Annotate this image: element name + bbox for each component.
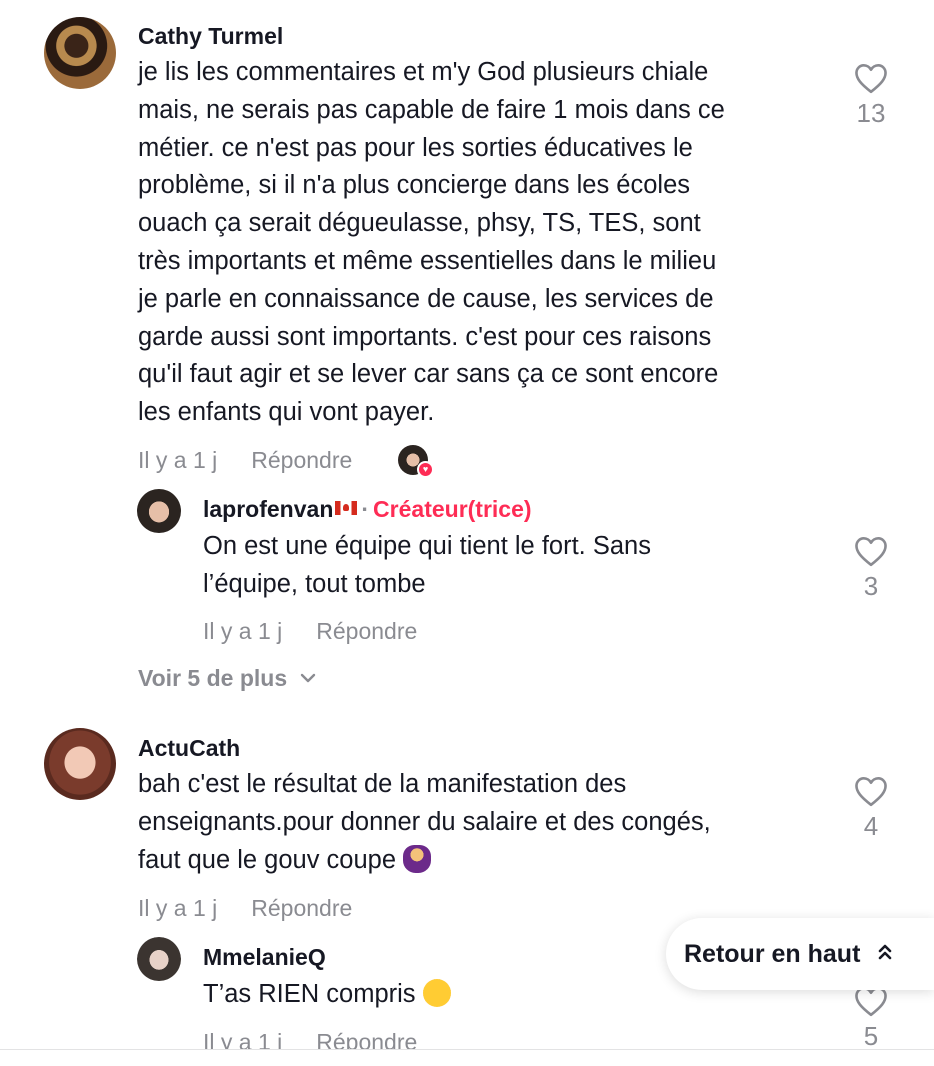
back-to-top-label: Retour en haut — [684, 939, 861, 968]
bottom-divider — [0, 1049, 934, 1066]
canada-flag-icon — [335, 501, 358, 515]
comment-line-text: T’as RIEN compris — [203, 980, 416, 1008]
comment-line: mais, ne serais pas capable de faire 1 m… — [138, 95, 725, 124]
like-button[interactable]: 4 — [847, 775, 895, 842]
shrug-emoji — [403, 844, 432, 873]
comment-line: les enfants qui vont payer. — [138, 398, 435, 427]
avatar[interactable] — [137, 489, 181, 533]
view-more-replies[interactable]: Voir 5 de plus — [138, 663, 317, 692]
comment-line-text: faut que le gouv coupe — [138, 845, 397, 874]
rofl-emoji — [422, 979, 451, 1007]
reply-text: On est une équipe qui tient le fort. San… — [203, 528, 651, 604]
reply-username-row: laprofenvan · Créateur(trice) — [203, 496, 532, 523]
like-count: 3 — [863, 571, 879, 601]
comment-line: bah c'est le résultat de la manifestatio… — [138, 770, 627, 798]
comment-line: je lis les commentaires et m'y God plusi… — [138, 58, 709, 86]
reply-meta: Il y a 1 j Répondre — [203, 618, 417, 645]
like-count: 13 — [856, 98, 886, 128]
comment-line: métier. ce n'est pas pour les sorties éd… — [138, 133, 693, 162]
double-chevron-up-icon — [876, 940, 894, 969]
like-count: 4 — [863, 811, 879, 841]
reply-button[interactable]: Répondre — [251, 447, 352, 473]
chevron-down-icon — [299, 663, 317, 690]
reply-username[interactable]: laprofenvan — [203, 496, 333, 522]
comment-username[interactable]: Cathy Turmel — [138, 23, 283, 50]
heart-icon — [855, 64, 887, 94]
like-button[interactable]: 13 — [847, 62, 895, 129]
comment-line: problème, si il n'a plus concierge dans … — [138, 171, 690, 200]
comment-meta: Il y a 1 j Répondre — [138, 447, 352, 474]
heart-badge-icon: ♥ — [417, 461, 434, 478]
comment-username[interactable]: ActuCath — [138, 735, 240, 762]
like-count: 5 — [863, 1021, 879, 1051]
heart-icon — [855, 537, 887, 567]
back-to-top-button[interactable]: Retour en haut — [666, 918, 934, 990]
comment-line: faut que le gouv coupe — [138, 842, 711, 880]
comment-line: ouach ça serait dégueulasse, phsy, TS, T… — [138, 209, 701, 238]
reply-text: T’as RIEN compris — [203, 976, 451, 1014]
comment-time: Il y a 1 j — [138, 447, 218, 473]
like-button[interactable]: 3 — [847, 535, 895, 602]
creator-badge: Créateur(trice) — [373, 496, 532, 522]
reply-username[interactable]: MmelanieQ — [203, 944, 326, 971]
avatar[interactable] — [44, 728, 116, 800]
heart-icon — [855, 777, 887, 807]
comment-line: je parle en connaissance de cause, les s… — [138, 284, 714, 313]
comments-page: Cathy Turmel je lis les commentaires et … — [0, 0, 934, 1066]
comment-text: bah c'est le résultat de la manifestatio… — [138, 766, 711, 879]
reply-button[interactable]: Répondre — [316, 618, 417, 644]
reply-time: Il y a 1 j — [203, 618, 283, 644]
comment-line: On est une équipe qui tient le fort. San… — [203, 532, 651, 560]
like-button[interactable]: 5 — [847, 985, 895, 1052]
comment-line: l’équipe, tout tombe — [203, 569, 426, 598]
avatar[interactable] — [44, 17, 116, 89]
separator-dot: · — [361, 496, 370, 522]
comment-time: Il y a 1 j — [138, 895, 218, 921]
comment-line: enseignants.pour donner du salaire et de… — [138, 807, 711, 836]
comment-line: très importants et même essentielles dan… — [138, 246, 717, 275]
view-more-label: Voir 5 de plus — [138, 665, 288, 691]
avatar[interactable] — [137, 937, 181, 981]
comment-text: je lis les commentaires et m'y God plusi… — [138, 54, 725, 432]
comment-line: qu'il faut agir et se lever car sans ça … — [138, 360, 719, 389]
comment-meta: Il y a 1 j Répondre — [138, 895, 352, 922]
reply-button[interactable]: Répondre — [251, 895, 352, 921]
comment-line: garde aussi sont importants. c'est pour … — [138, 322, 712, 351]
